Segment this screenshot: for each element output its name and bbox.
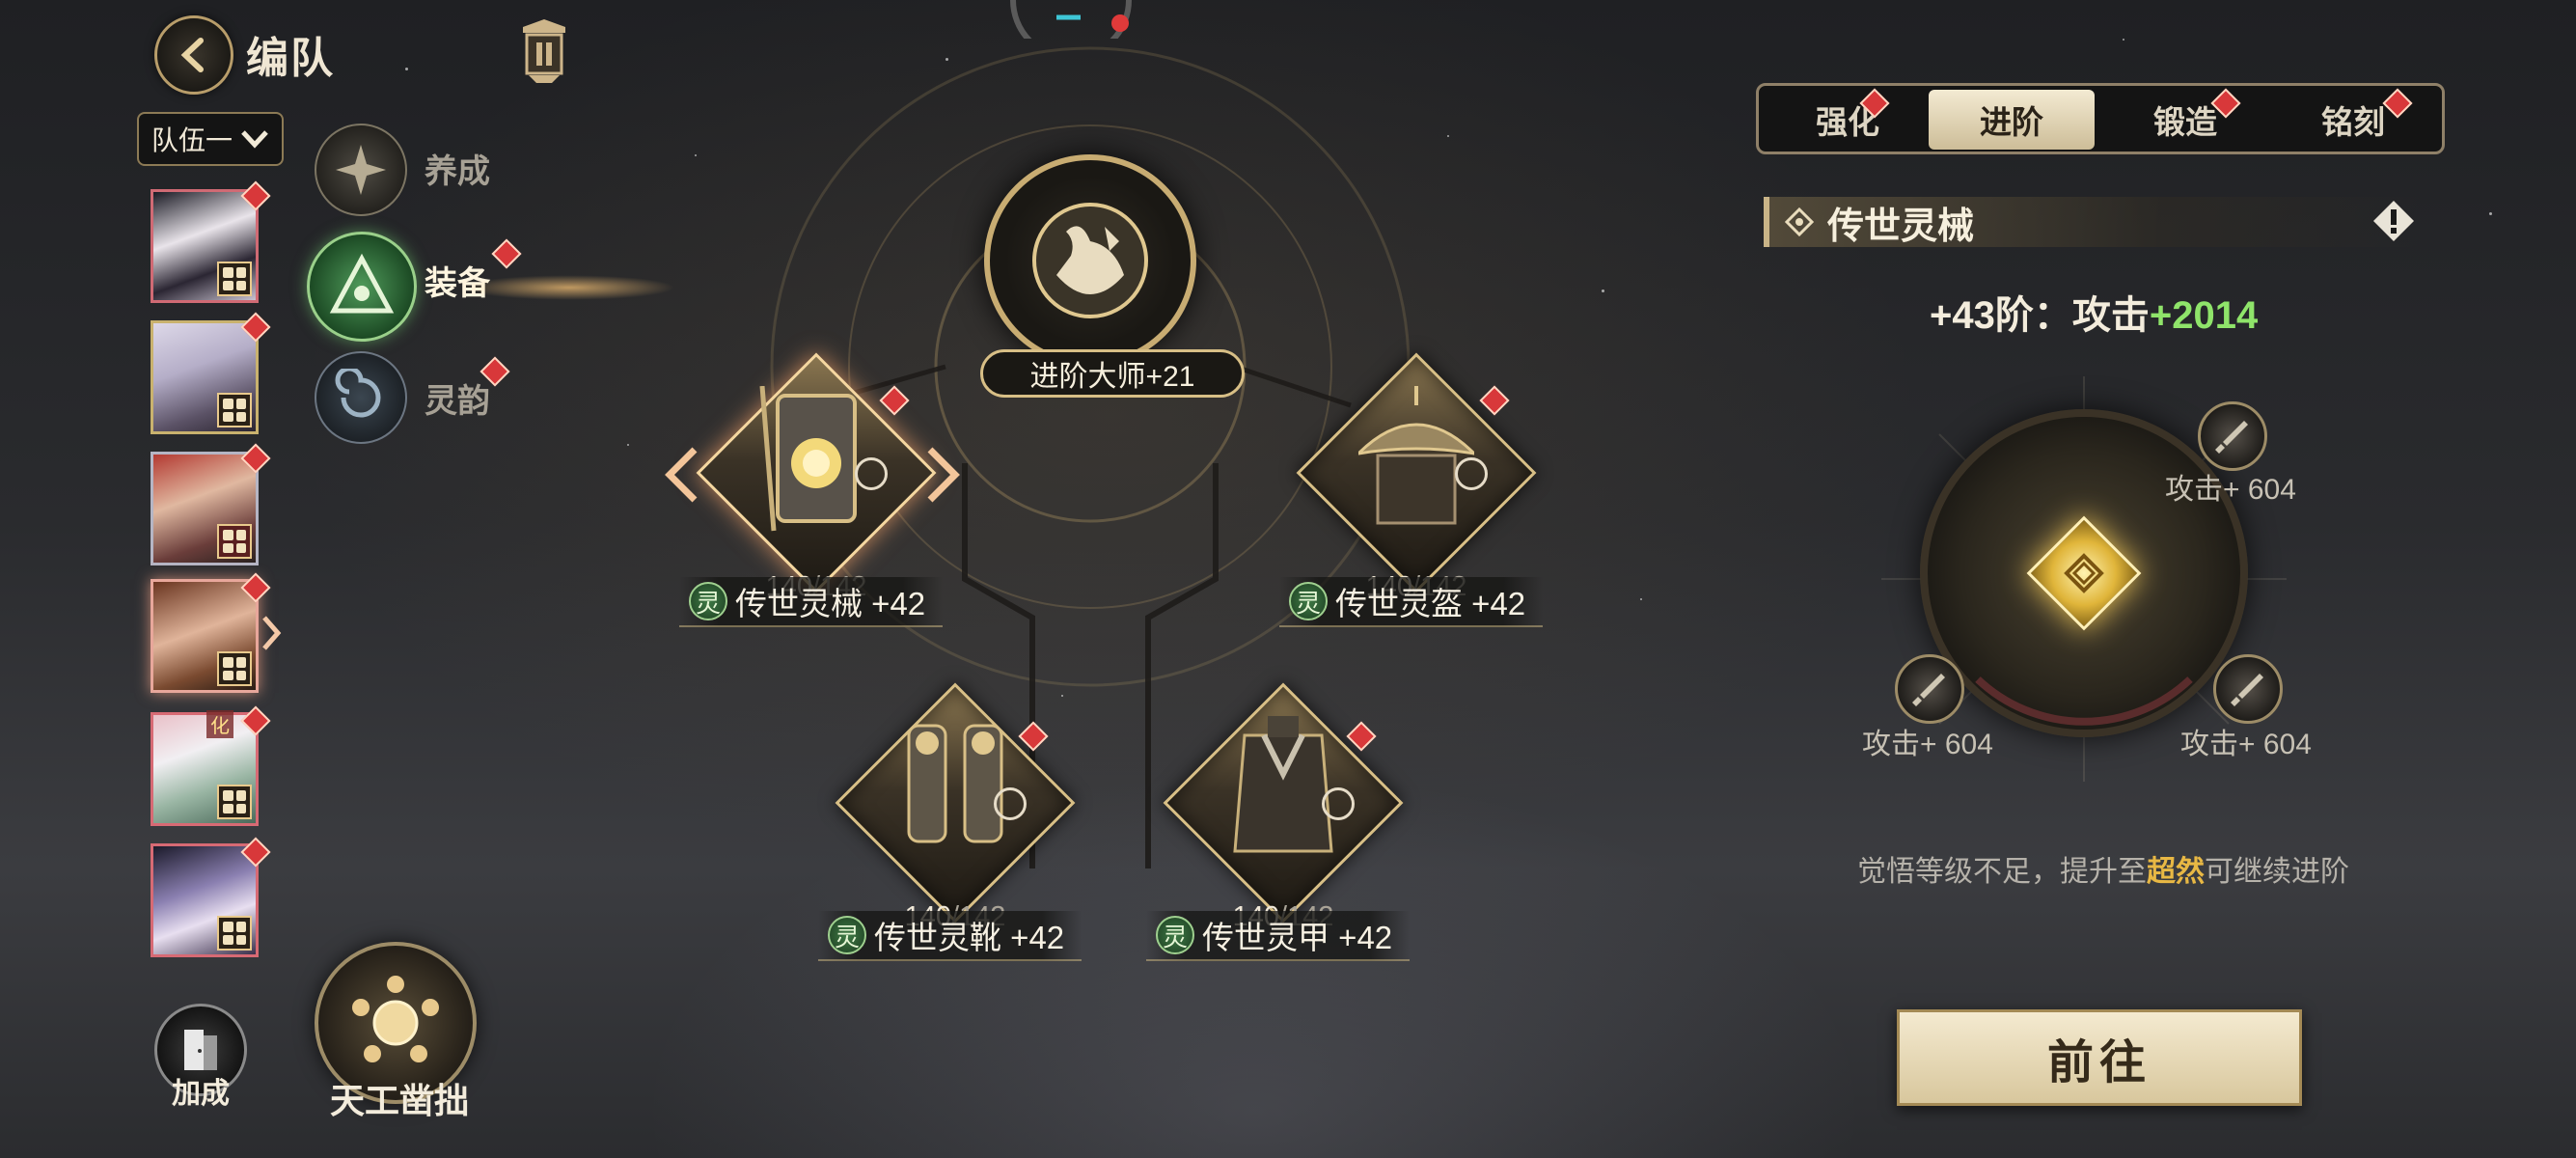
advance-master-emblem[interactable] — [984, 154, 1196, 367]
section-title: 传世灵械 — [1827, 206, 1975, 247]
equip-name-text: 传世灵甲 +42 — [1202, 920, 1393, 955]
page-title: 编队 — [246, 35, 335, 82]
tab-inscribe[interactable]: 铭刻 — [2270, 90, 2436, 150]
tab-forge[interactable]: 锻造 — [2102, 90, 2268, 150]
sword-icon — [1912, 674, 1945, 706]
sword-icon — [2215, 421, 2248, 454]
advance-stat: +43阶：攻击+2014 — [1930, 284, 2258, 340]
character-portrait[interactable] — [151, 712, 259, 826]
lantern-icon[interactable] — [513, 19, 575, 87]
selected-glow — [463, 275, 675, 300]
hint-suffix: 可继续进阶 — [2205, 856, 2349, 888]
character-portrait[interactable] — [151, 189, 259, 303]
sword-slot-icon[interactable] — [2198, 401, 2267, 471]
character-portrait-selected[interactable] — [151, 579, 259, 693]
refresh-icon[interactable] — [1322, 787, 1355, 820]
upgrade-tabbar: 强化 进阶 锻造 铭刻 — [1756, 83, 2445, 154]
sword-slot-icon[interactable] — [2213, 654, 2283, 724]
team-selector[interactable]: 队伍一 — [137, 112, 284, 166]
swirl-icon — [335, 369, 381, 418]
advance-hint: 觉悟等级不足，提升至超然可继续进阶 — [1833, 847, 2373, 890]
aura-menu-button[interactable] — [315, 351, 407, 444]
spirit-tag-icon: 灵 — [689, 582, 727, 620]
equipment-name-helmet: 灵 传世灵盔 +42 — [1279, 577, 1544, 627]
hat-icon — [1358, 386, 1474, 525]
equip-name-text: 传世灵械 +42 — [735, 586, 926, 621]
character-portrait[interactable] — [151, 452, 259, 565]
equipment-name-boots: 灵 传世灵靴 +42 — [818, 911, 1082, 961]
info-icon[interactable] — [2371, 199, 2416, 243]
constellation-icon — [352, 976, 439, 1062]
advance-master-label[interactable]: 进阶大师+21 — [980, 349, 1245, 398]
menu-label-cultivate[interactable]: 养成 — [425, 145, 490, 192]
equipment-slot-armor[interactable]: 140/142 — [1163, 682, 1404, 932]
compass-star-icon — [336, 145, 386, 195]
slot-bonus-label: 攻击+ 604 — [2180, 729, 2312, 760]
sword-slot-icon[interactable] — [1895, 654, 1964, 724]
top-arc-indicator — [1010, 0, 1132, 39]
equipment-name-weapon: 灵 传世灵械 +42 — [679, 577, 944, 627]
character-portrait[interactable] — [151, 320, 259, 434]
portrait-badge: 化 — [206, 710, 233, 738]
cultivate-menu-button[interactable] — [315, 124, 407, 216]
advance-master-text: 进阶大师+21 — [1029, 361, 1195, 393]
spirit-tag-icon: 灵 — [828, 916, 866, 954]
boots-icon — [907, 724, 1003, 843]
back-button[interactable] — [154, 15, 233, 95]
notification-dot — [491, 238, 522, 269]
equipment-slot-boots[interactable]: 140/142 — [835, 682, 1076, 932]
weapon-shield-icon — [759, 386, 857, 532]
sword-icon — [2231, 674, 2263, 706]
spirit-tag-icon: 灵 — [1156, 916, 1194, 954]
slot-bonus-label: 攻击+ 604 — [2165, 474, 2296, 506]
hint-prefix: 觉悟等级不足，提升至 — [1857, 856, 2147, 888]
triangle-eye-icon — [329, 253, 395, 314]
chevron-left-icon — [180, 38, 204, 72]
stat-value: +2014 — [2149, 294, 2259, 337]
hint-highlight: 超然 — [2147, 856, 2205, 888]
menu-label-aura[interactable]: 灵韵 — [425, 374, 490, 422]
equipment-menu-button[interactable] — [307, 232, 417, 342]
chevron-down-icon — [241, 130, 268, 149]
equipment-name-armor: 灵 传世灵甲 +42 — [1146, 911, 1411, 961]
refresh-icon[interactable] — [855, 457, 888, 490]
tab-advance[interactable]: 进阶 — [1929, 90, 2095, 150]
equip-name-text: 传世灵靴 +42 — [874, 920, 1065, 955]
refresh-icon[interactable] — [1455, 457, 1488, 490]
selected-arrow-icon — [262, 616, 282, 650]
beast-crest-icon — [1032, 203, 1148, 318]
team-label: 队伍一 — [151, 125, 233, 155]
slot-bonus-label: 攻击+ 604 — [1862, 729, 1993, 760]
equip-name-text: 传世灵盔 +42 — [1335, 586, 1526, 621]
go-button[interactable]: 前往 — [1897, 1009, 2302, 1106]
tab-enhance[interactable]: 强化 — [1765, 90, 1931, 150]
character-portrait[interactable] — [151, 843, 259, 957]
door-icon — [184, 1030, 217, 1070]
armor-icon — [1233, 716, 1333, 853]
left-arrow-icon — [665, 447, 698, 503]
knot-icon — [1785, 207, 1814, 236]
refresh-icon[interactable] — [994, 787, 1027, 820]
section-header: 传世灵械 — [1764, 197, 2420, 247]
stat-prefix: +43阶：攻击 — [1930, 294, 2150, 337]
craft-label: 天工凿拙 — [330, 1081, 470, 1120]
right-arrow-icon — [927, 447, 960, 503]
core-rune-icon — [2064, 553, 2104, 593]
bonus-label: 加成 — [172, 1078, 230, 1110]
spirit-tag-icon: 灵 — [1289, 582, 1328, 620]
